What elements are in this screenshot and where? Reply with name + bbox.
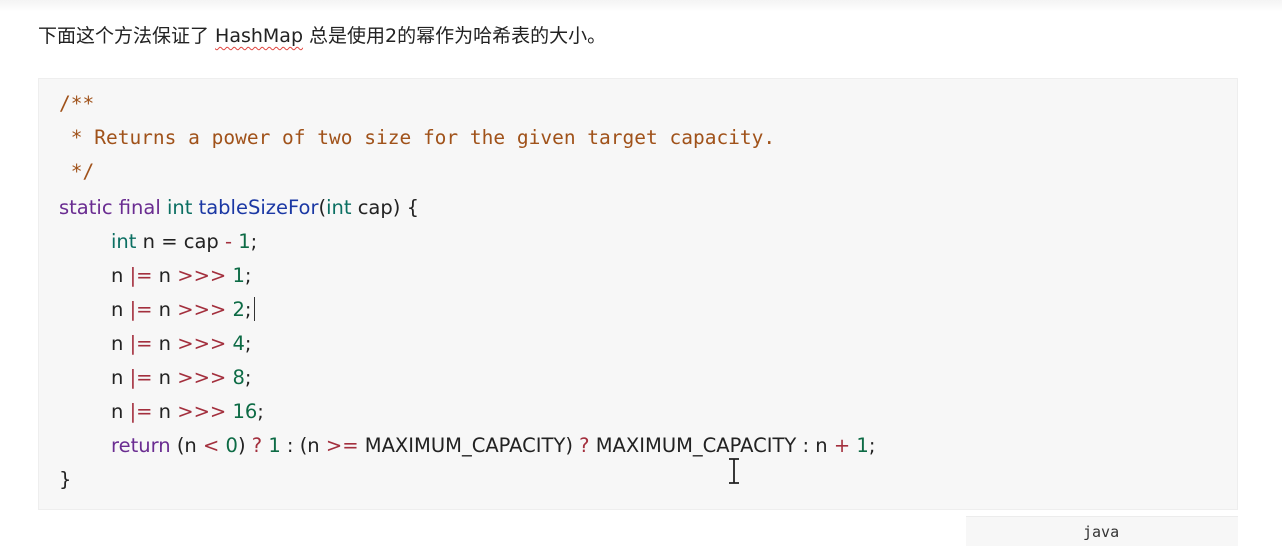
code-var: n [111,264,130,287]
code-decl-num: 1 [232,230,251,253]
code-var: n [152,332,178,355]
code-language-selector[interactable]: java [966,516,1238,546]
code-decl-type: int [111,230,137,253]
code-keyword-static-final: static final [59,196,167,219]
code-zero: 0 [219,434,238,457]
code-semi: ; [244,264,252,287]
code-line-shift-3: n |= n >>> 4; [111,327,251,361]
code-language-label: java [1083,523,1120,541]
code-ret-part: MAXIMUM_CAPACITY) [358,434,580,457]
intro-text-before: 下面这个方法保证了 [38,25,216,47]
code-line-shift-2: n |= n >>> 2; [111,293,256,327]
code-var: n [111,332,130,355]
code-or-assign: |= [129,400,153,423]
hashmap-spellcheck-word[interactable]: HashMap [215,25,303,47]
code-method-signature: static final int tableSizeFor(int cap) { [59,191,419,225]
code-semi: ; [257,400,264,423]
code-close-brace: } [59,468,72,491]
code-ret-part: ) [237,434,252,457]
code-return-type: int [166,196,199,219]
code-ge-op: >= [325,434,359,457]
code-semi: ; [244,298,252,321]
code-comment-body: * Returns a power of two size for the gi… [59,126,776,149]
intro-paragraph: 下面这个方法保证了 HashMap 总是使用2的幂作为哈希表的大小。 [38,20,606,52]
code-one: 1 [262,434,281,457]
code-shift-num: 1 [226,264,245,287]
code-decl-op: - [224,230,233,253]
code-one: 1 [850,434,869,457]
code-shift-op: >>> [177,264,227,287]
code-comment-open: /** [59,92,95,115]
code-shift-op: >>> [177,400,227,423]
code-or-assign: |= [129,332,153,355]
intro-text-after: 总是使用2的幂作为哈希表的大小。 [303,25,607,47]
code-semi: ; [244,366,252,389]
code-paren-open: ( [318,196,327,219]
code-var: n [111,298,130,321]
code-shift-num: 2 [226,298,245,321]
code-decl-semi: ; [250,230,258,253]
page-top-band [0,0,1282,12]
code-param-type: int [326,196,352,219]
code-line-shift-4: n |= n >>> 8; [111,361,251,395]
code-or-assign: |= [129,264,153,287]
code-return-keyword: return [111,434,171,457]
code-comment-close: */ [59,160,95,183]
code-shift-op: >>> [177,366,227,389]
code-line-shift-1: n |= n >>> 1; [111,259,251,293]
code-var: n [152,400,178,423]
code-shift-op: >>> [177,332,227,355]
code-plus-op: + [833,434,851,457]
code-ternary-op: ? [579,434,590,457]
code-block[interactable]: /** * Returns a power of two size for th… [38,78,1238,510]
code-line-return: return (n < 0) ? 1 : (n >= MAXIMUM_CAPAC… [111,429,875,463]
code-shift-num: 8 [226,366,245,389]
code-var: n [111,366,130,389]
code-semi: ; [868,434,876,457]
code-ret-part: : (n [280,434,326,457]
code-var: n [152,264,178,287]
code-shift-num: 4 [226,332,245,355]
code-semi: ; [244,332,252,355]
text-cursor-icon [729,458,739,484]
code-lt-op: < [203,434,220,457]
code-shift-op: >>> [177,298,227,321]
code-method-name: tableSizeFor [198,196,319,219]
code-ret-part: MAXIMUM_CAPACITY : n [589,434,834,457]
code-shift-num: 16 [226,400,258,423]
code-param-name: cap) { [351,196,419,219]
code-or-assign: |= [129,366,153,389]
code-decl-text: n = cap [136,230,225,253]
text-caret [254,297,256,321]
code-line-shift-5: n |= n >>> 16; [111,395,264,429]
code-var: n [111,400,130,423]
code-var: n [152,298,178,321]
code-ternary-op: ? [251,434,263,457]
code-line-decl: int n = cap - 1; [111,225,257,259]
code-or-assign: |= [129,298,153,321]
code-ret-part: (n [170,434,203,457]
code-var: n [152,366,178,389]
